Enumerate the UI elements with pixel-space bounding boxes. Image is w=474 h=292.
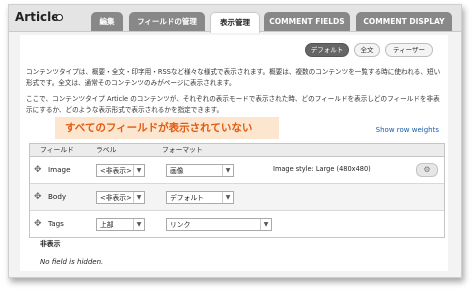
main-content: デフォルト 全文 ティーザー コンテンツタイプは、概要・全文・印字用・RSSなど…: [20, 35, 448, 271]
column-header-format: フォーマット: [162, 146, 203, 154]
label-select[interactable]: <非表示> ▼: [96, 164, 145, 177]
view-mode-full-button[interactable]: 全文: [354, 43, 380, 57]
view-mode-teaser-button[interactable]: ティーザー: [385, 43, 433, 57]
table-header: フィールド ラベル フォーマット: [30, 144, 444, 157]
tab-comment-fields[interactable]: COMMENT FIELDS: [264, 12, 350, 31]
field-name: Image: [48, 165, 71, 174]
label-select[interactable]: 上部 ▼: [96, 218, 145, 231]
table-row: ✥ Body <非表示> ▼ デフォルト ▼: [30, 184, 444, 211]
page-header: Article 編集 フィールドの管理 表示管理 COMMENT FIELDS …: [9, 5, 461, 33]
format-select[interactable]: リンク ▼: [166, 218, 272, 231]
chevron-down-icon: ▼: [133, 192, 144, 203]
label-select-value: <非表示>: [100, 167, 132, 175]
page-title: Article: [15, 10, 60, 24]
chevron-down-icon: ▼: [222, 165, 233, 176]
formatter-summary: Image style: Large (480x480): [273, 165, 371, 173]
format-select-value: 画像: [170, 167, 184, 175]
column-header-field: フィールド: [40, 146, 74, 154]
view-mode-default-button[interactable]: デフォルト: [305, 43, 349, 57]
table-row: ✥ Image <非表示> ▼ 画像 ▼ Image style: Large …: [30, 157, 444, 184]
show-row-weights-link[interactable]: Show row weights: [376, 126, 439, 134]
hidden-section-heading: 非表示: [40, 240, 61, 248]
label-select[interactable]: <非表示> ▼: [96, 191, 145, 204]
description-line: ここで、コンテンツタイプ Article のコンテンツが、それぞれの表示モードで…: [26, 95, 440, 103]
label-select-value: <非表示>: [100, 194, 132, 202]
table-row: ✥ Tags 上部 ▼ リンク ▼: [30, 211, 444, 237]
format-select-value: リンク: [170, 221, 191, 229]
tab-comment-display[interactable]: COMMENT DISPLAY: [356, 12, 452, 31]
gear-icon[interactable]: ⚙: [416, 163, 438, 177]
field-name: Body: [48, 192, 67, 201]
tab-manage-display[interactable]: 表示管理: [210, 12, 260, 33]
hidden-empty-text: No field is hidden.: [40, 258, 104, 266]
annotation-callout: すべてのフィールドが表示されていない: [55, 117, 279, 139]
format-select-value: デフォルト: [170, 194, 204, 202]
tab-edit[interactable]: 編集: [91, 12, 123, 31]
fields-table: フィールド ラベル フォーマット ✥ Image <非表示> ▼ 画像 ▼ Im…: [29, 143, 445, 238]
format-select[interactable]: 画像 ▼: [166, 164, 234, 177]
drag-handle-icon[interactable]: ✥: [34, 192, 42, 202]
drag-handle-icon[interactable]: ✥: [34, 165, 42, 175]
window-frame: Article 編集 フィールドの管理 表示管理 COMMENT FIELDS …: [8, 4, 462, 278]
column-header-label: ラベル: [96, 146, 117, 154]
chevron-down-icon: ▼: [133, 219, 144, 230]
field-name: Tags: [48, 219, 64, 228]
chevron-down-icon: ▼: [222, 192, 233, 203]
drag-handle-icon[interactable]: ✥: [34, 219, 42, 229]
format-select[interactable]: デフォルト ▼: [166, 191, 234, 204]
shortcut-star-icon[interactable]: [56, 14, 63, 21]
description-line: コンテンツタイプは、概要・全文・印字用・RSSなど様々な様式で表示されます。概要…: [26, 68, 441, 76]
label-select-value: 上部: [100, 221, 114, 229]
tab-manage-fields[interactable]: フィールドの管理: [129, 12, 205, 31]
chevron-down-icon: ▼: [133, 165, 144, 176]
description-paragraph-2: ここで、コンテンツタイプ Article のコンテンツが、それぞれの表示モードで…: [26, 94, 440, 116]
description-paragraph-1: コンテンツタイプは、概要・全文・印字用・RSSなど様々な様式で表示されます。概要…: [26, 67, 440, 89]
description-line: 形式です。全文は、通常そのコンテンツのみがページに表示されます。: [26, 79, 236, 87]
description-line: 示にするか、どのような表示形式で表示されるかを指定できます。: [26, 106, 224, 114]
chevron-down-icon: ▼: [260, 219, 271, 230]
